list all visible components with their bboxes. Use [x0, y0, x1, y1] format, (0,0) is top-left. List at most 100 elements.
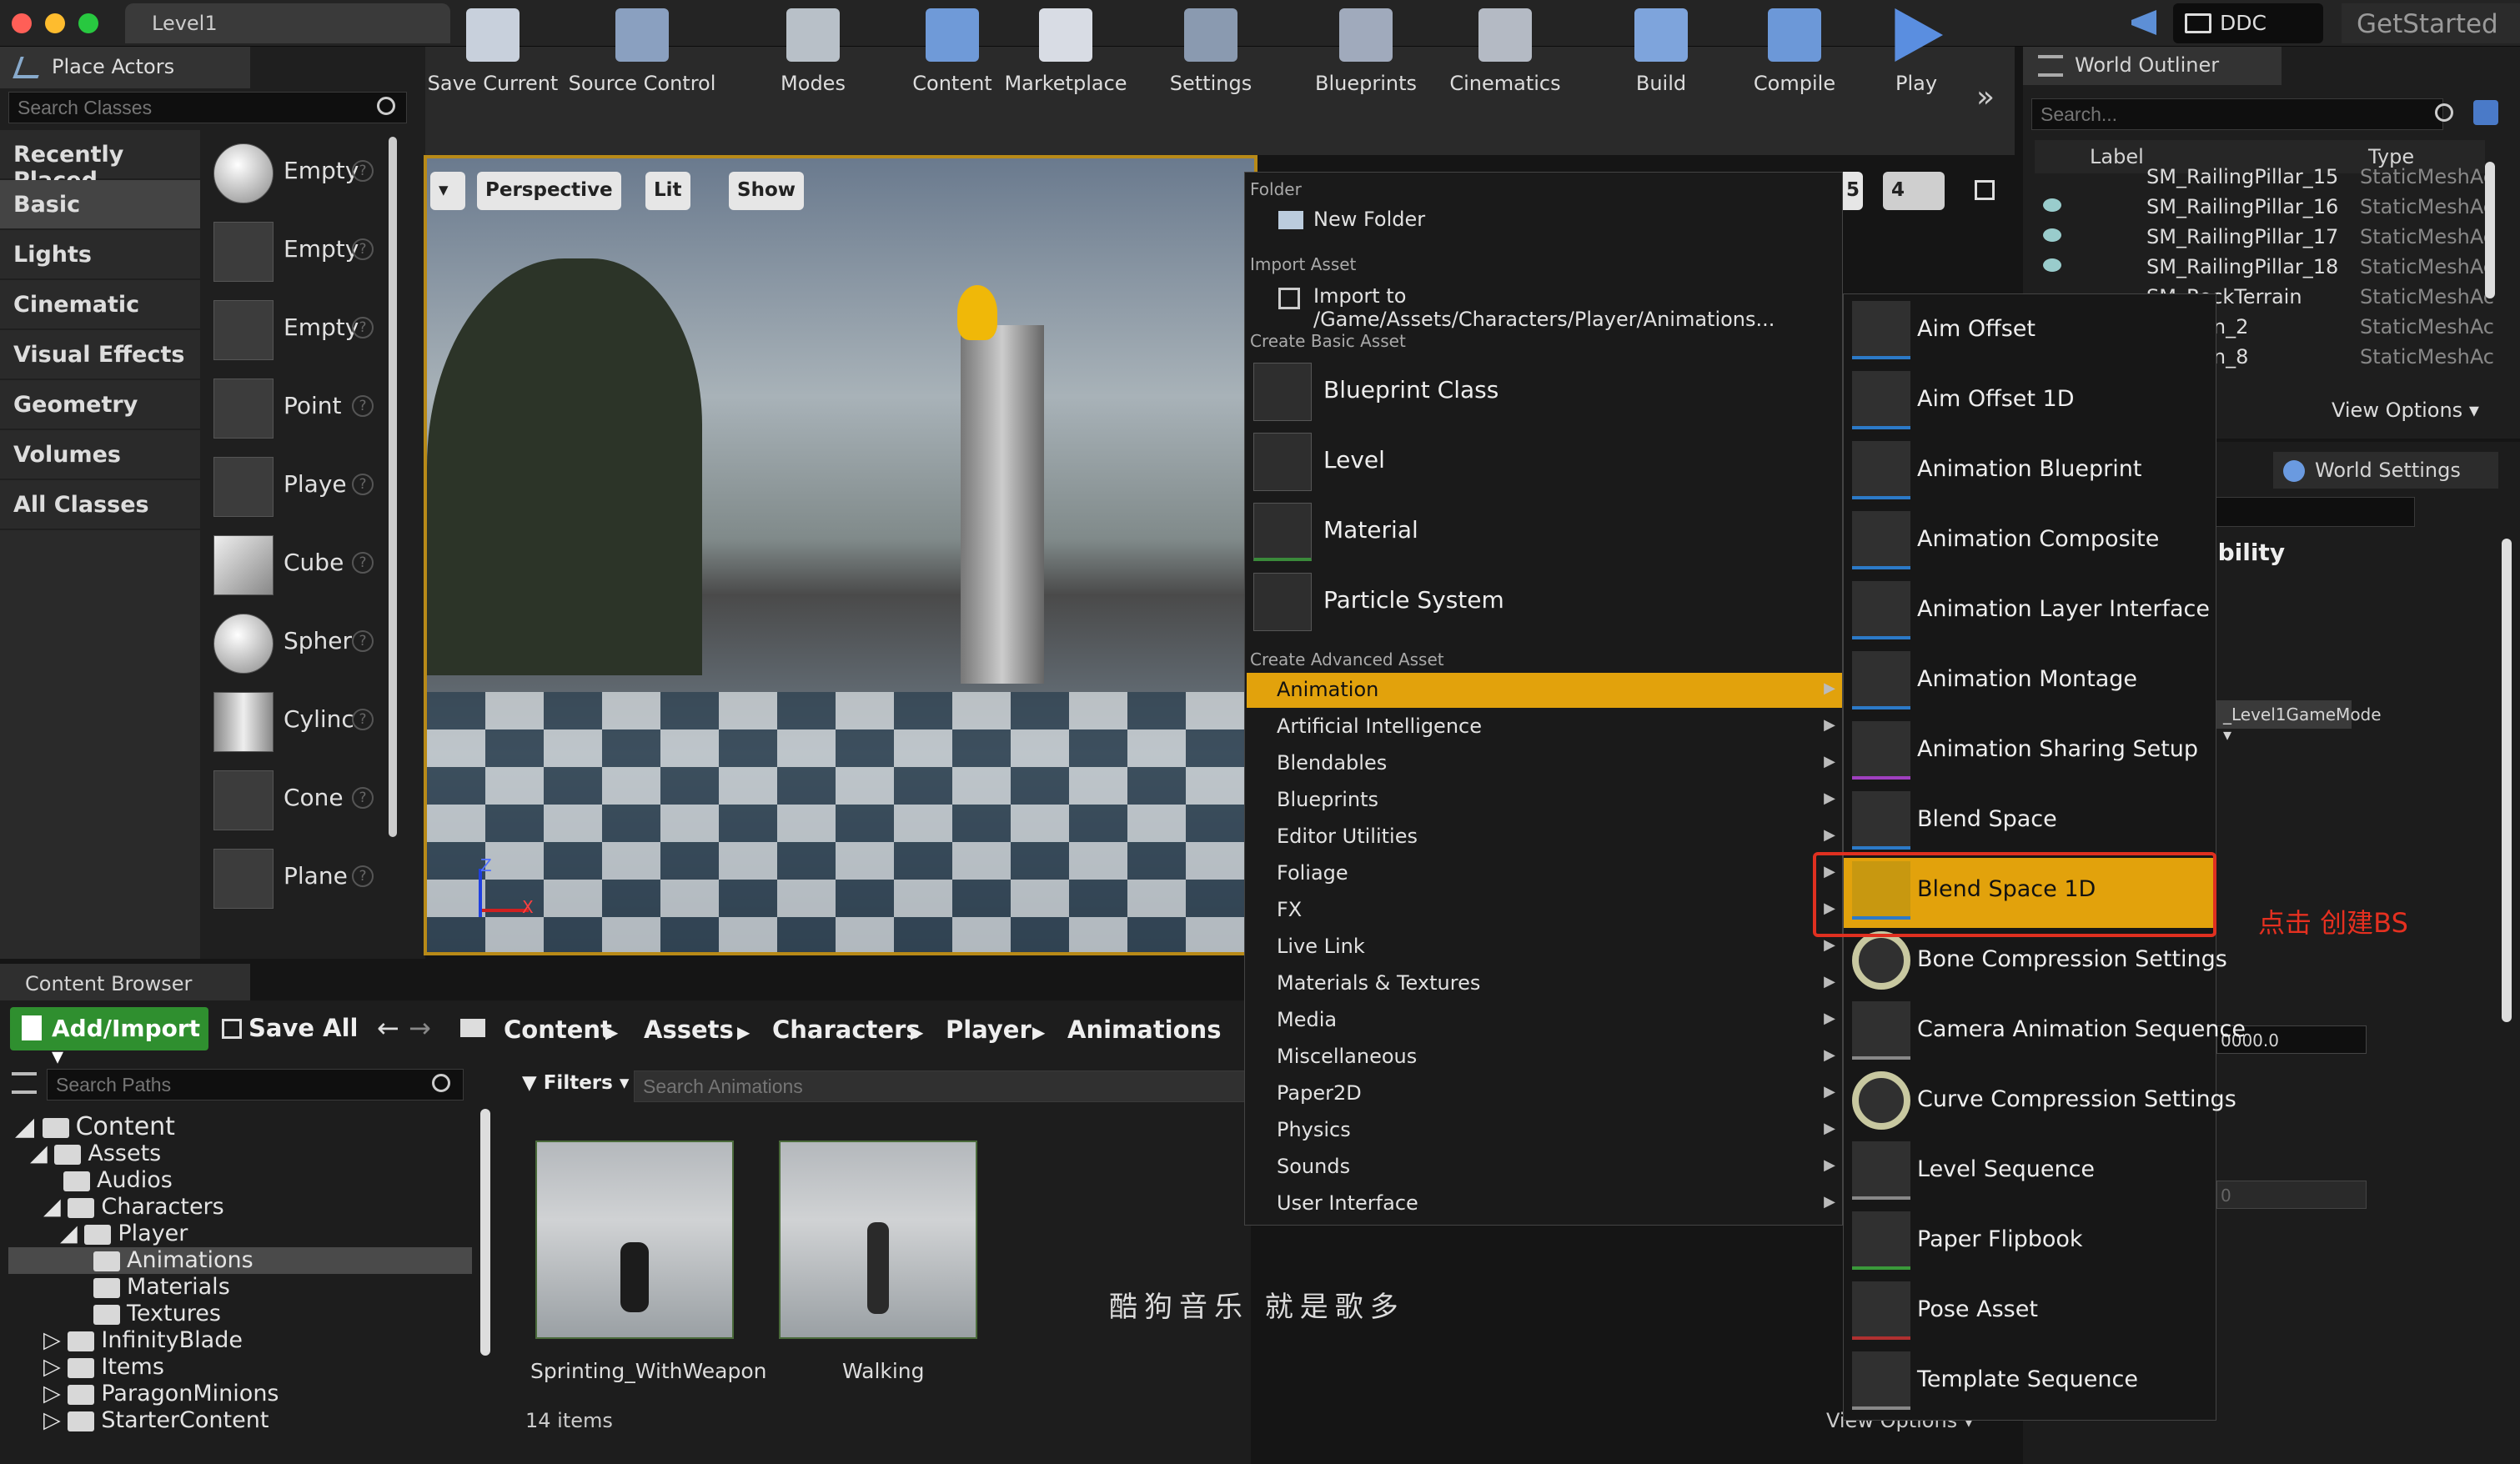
help-icon[interactable]: ? [352, 709, 374, 730]
camera-speed-button[interactable]: 4 [1883, 172, 1945, 210]
help-icon[interactable]: ? [352, 787, 374, 809]
level-tab[interactable]: Level1 [125, 3, 450, 43]
actor-item[interactable]: Empty? [210, 215, 402, 287]
live-link-menu-item[interactable]: Live Link ▶ [1247, 930, 1842, 965]
actor-item[interactable]: Cone? [210, 764, 402, 835]
template-sequence-menu-item[interactable]: Template Sequence [1844, 1348, 2216, 1418]
marketplace-button[interactable]: Marketplace [1001, 0, 1131, 108]
details-search-input[interactable] [2215, 497, 2415, 527]
help-icon[interactable]: ? [352, 395, 374, 417]
outliner-row[interactable]: SM_RailingPillar_15 StaticMeshAc [2035, 162, 2494, 192]
animation-sharing-setup-menu-item[interactable]: Animation Sharing Setup [1844, 718, 2216, 788]
level-menu-item[interactable]: Level [1253, 429, 1837, 496]
sources-toggle-icon[interactable] [12, 1072, 37, 1094]
artificial-intelligence-menu-item[interactable]: Artificial Intelligence ▶ [1247, 709, 1842, 745]
camera-animation-sequence-menu-item[interactable]: Camera Animation Sequence [1844, 998, 2246, 1068]
actor-item[interactable]: Empty? [210, 137, 402, 208]
category-all-classes[interactable]: All Classes [0, 480, 200, 529]
actor-item[interactable]: Playe? [210, 450, 402, 522]
tree-item-characters[interactable]: ◢ Characters [43, 1194, 224, 1220]
blueprint-class-menu-item[interactable]: Blueprint Class [1253, 359, 1837, 426]
breadcrumb-characters[interactable]: Characters [772, 1015, 921, 1044]
blend-space-menu-item[interactable]: Blend Space [1844, 788, 2216, 858]
tree-item-assets[interactable]: ◢ Assets [30, 1141, 161, 1166]
add-actor-icon[interactable] [2473, 100, 2498, 125]
tree-item-infinityblade[interactable]: ▷ InfinityBlade [43, 1327, 243, 1353]
cinematics-button[interactable]: Cinematics [1443, 0, 1568, 108]
tree-item-startercontent[interactable]: ▷ StarterContent [43, 1407, 269, 1433]
animation-montage-menu-item[interactable]: Animation Montage [1844, 648, 2216, 718]
animation-blueprint-menu-item[interactable]: Animation Blueprint [1844, 438, 2216, 508]
particle-system-menu-item[interactable]: Particle System [1253, 569, 1837, 636]
visibility-eye-icon[interactable] [2043, 228, 2061, 242]
lit-button[interactable]: Lit [645, 172, 690, 210]
tree-item-paragonminions[interactable]: ▷ ParagonMinions [43, 1381, 279, 1406]
get-started-label[interactable]: GetStarted [2342, 3, 2520, 43]
user-interface-menu-item[interactable]: User Interface ▶ [1247, 1186, 1842, 1221]
gamemode-dropdown[interactable]: _Level1GameMode ▾ [2216, 700, 2382, 745]
close-window-button[interactable] [12, 13, 32, 33]
actor-item[interactable]: Plane? [210, 842, 402, 914]
source-control-button[interactable]: Source Control [560, 0, 724, 108]
category-basic[interactable]: Basic [0, 180, 200, 228]
world-settings-tab[interactable]: World Settings [2273, 452, 2498, 489]
asset-thumbnail[interactable] [535, 1141, 734, 1339]
help-icon[interactable]: ? [352, 552, 374, 574]
category-volumes[interactable]: Volumes [0, 430, 200, 479]
category-visual-effects[interactable]: Visual Effects [0, 330, 200, 379]
breadcrumb-player[interactable]: Player [946, 1015, 1032, 1044]
outliner-row[interactable]: SM_RailingPillar_16 StaticMeshAc [2035, 192, 2494, 222]
tree-scrollbar[interactable] [480, 1109, 490, 1356]
tree-item-items[interactable]: ▷ Items [43, 1354, 164, 1380]
aim-offset-1d-menu-item[interactable]: Aim Offset 1D [1844, 368, 2216, 438]
viewport-options-dropdown[interactable]: ▾ [430, 172, 465, 210]
category-recently-placed[interactable]: Recently Placed [0, 130, 200, 193]
outliner-row[interactable]: SM_RailingPillar_17 StaticMeshAc [2035, 222, 2494, 252]
show-button[interactable]: Show [729, 172, 804, 210]
breadcrumb-content[interactable]: Content [504, 1015, 612, 1044]
help-icon[interactable]: ? [352, 317, 374, 338]
actor-item[interactable]: Empty? [210, 293, 402, 365]
actor-item[interactable]: Cylinc? [210, 685, 402, 757]
outliner-view-options-button[interactable]: View Options ▾ [2332, 399, 2479, 422]
physics-menu-item[interactable]: Physics ▶ [1247, 1113, 1842, 1148]
build-button[interactable]: Build [1609, 0, 1713, 108]
property-value-field-2[interactable]: 0 [2216, 1181, 2367, 1209]
foliage-menu-item[interactable]: Foliage ▶ [1247, 856, 1842, 891]
actor-item[interactable]: Point? [210, 372, 402, 444]
place-actors-scrollbar[interactable] [389, 137, 397, 837]
category-cinematic[interactable]: Cinematic [0, 280, 200, 328]
maximize-viewport-icon[interactable] [1975, 180, 1995, 200]
compile-button[interactable]: Compile [1743, 0, 1846, 108]
blendables-menu-item[interactable]: Blendables ▶ [1247, 746, 1842, 781]
materials-textures-menu-item[interactable]: Materials & Textures ▶ [1247, 966, 1842, 1001]
paper2d-menu-item[interactable]: Paper2D ▶ [1247, 1076, 1842, 1111]
breadcrumb-assets[interactable]: Assets [644, 1015, 734, 1044]
search-animations-input[interactable] [634, 1070, 1246, 1102]
visibility-eye-icon[interactable] [2043, 258, 2061, 272]
place-actors-tab[interactable]: Place Actors [0, 47, 250, 88]
search-paths-input[interactable] [47, 1069, 464, 1101]
modes-button[interactable]: Modes [752, 0, 874, 108]
tree-item-materials[interactable]: Materials [93, 1274, 230, 1300]
save-current-button[interactable]: Save Current [427, 0, 559, 108]
media-menu-item[interactable]: Media ▶ [1247, 1003, 1842, 1038]
forward-arrow-icon[interactable]: → [409, 1012, 431, 1044]
save-all-button[interactable]: Save All [222, 1014, 358, 1042]
help-icon[interactable]: ? [352, 238, 374, 260]
content-browser-tab[interactable]: Content Browser [0, 964, 250, 1002]
material-menu-item[interactable]: Material [1253, 499, 1837, 566]
category-geometry[interactable]: Geometry [0, 380, 200, 429]
actor-item[interactable]: Spher? [210, 607, 402, 679]
search-classes-input[interactable] [8, 92, 407, 123]
tree-item-textures[interactable]: Textures [93, 1301, 221, 1326]
animation-menu-item[interactable]: Animation ▶ [1247, 673, 1842, 708]
toolbar-overflow-icon[interactable]: » [1976, 80, 1995, 114]
level-viewport[interactable]: Z X [424, 155, 1257, 955]
animation-composite-menu-item[interactable]: Animation Composite [1844, 508, 2216, 578]
tree-item-content[interactable]: ◢ Content [15, 1112, 175, 1141]
new-folder-menu-item[interactable]: New Folder [1247, 203, 1842, 238]
tree-item-player[interactable]: ◢ Player [60, 1221, 188, 1246]
ddc-button[interactable]: DDC [2173, 3, 2323, 43]
tree-item-audios[interactable]: Audios [63, 1167, 173, 1193]
